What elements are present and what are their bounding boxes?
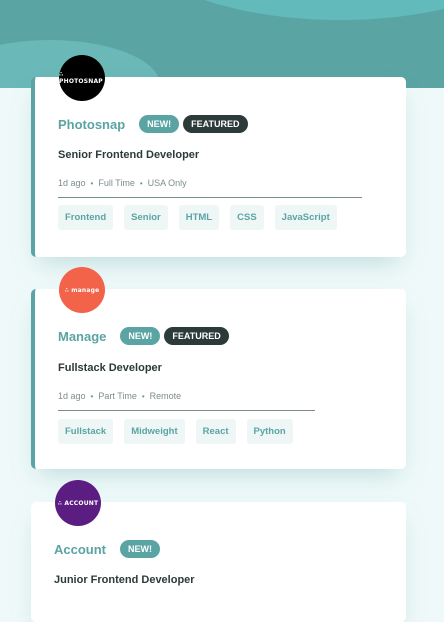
filter-tag[interactable]: Python <box>246 419 293 444</box>
filter-tag[interactable]: Midweight <box>124 419 185 444</box>
company-name[interactable]: Manage <box>58 329 106 344</box>
filter-tag[interactable]: Senior <box>124 205 168 230</box>
tag-list: Frontend Senior HTML CSS JavaScript <box>58 205 348 230</box>
job-card-photosnap[interactable]: ∴ PHOTOSNAP Photosnap NEW! FEATURED Seni… <box>31 55 406 257</box>
company-name[interactable]: Photosnap <box>58 117 125 132</box>
job-card-account[interactable]: ∴ ACCOUNT Account NEW! Junior Frontend D… <box>31 480 406 622</box>
filter-tag[interactable]: CSS <box>230 205 264 230</box>
job-position-title[interactable]: Junior Frontend Developer <box>54 574 195 586</box>
job-meta: 1d ago • Part Time • Remote <box>58 391 181 401</box>
filter-tag[interactable]: React <box>195 419 236 444</box>
separator-dot: • <box>139 178 143 188</box>
job-card-manage[interactable]: ∴ manage Manage NEW! FEATURED Fullstack … <box>31 267 406 469</box>
card-divider <box>58 410 315 411</box>
card-divider <box>58 197 362 198</box>
company-logo: ∴ PHOTOSNAP <box>59 55 105 101</box>
company-row: Account NEW! <box>54 540 164 558</box>
contract-type: Part Time <box>98 391 137 401</box>
filter-tag[interactable]: JavaScript <box>274 205 337 230</box>
separator-dot: • <box>141 391 145 401</box>
posted-at: 1d ago <box>58 391 86 401</box>
contract-type: Full Time <box>98 178 135 188</box>
filter-tag[interactable]: HTML <box>178 205 220 230</box>
job-position-title[interactable]: Fullstack Developer <box>58 362 162 374</box>
company-logo: ∴ ACCOUNT <box>55 480 101 526</box>
featured-badge: FEATURED <box>164 327 229 345</box>
posted-at: 1d ago <box>58 178 86 188</box>
filter-tag[interactable]: Fullstack <box>58 419 114 444</box>
job-location: Remote <box>149 391 182 401</box>
separator-dot: • <box>90 391 94 401</box>
new-badge: NEW! <box>120 327 161 345</box>
job-position-title[interactable]: Senior Frontend Developer <box>58 149 199 161</box>
job-location: USA Only <box>147 178 187 188</box>
filter-tag[interactable]: Frontend <box>58 205 114 230</box>
banner-wave <box>130 0 444 20</box>
job-meta: 1d ago • Full Time • USA Only <box>58 178 187 188</box>
company-row: Photosnap NEW! FEATURED <box>58 115 252 133</box>
company-row: Manage NEW! FEATURED <box>58 327 233 345</box>
featured-badge: FEATURED <box>183 115 248 133</box>
tag-list: Fullstack Midweight React Python <box>58 419 304 444</box>
new-badge: NEW! <box>120 540 160 558</box>
company-name[interactable]: Account <box>54 542 106 557</box>
separator-dot: • <box>90 178 94 188</box>
new-badge: NEW! <box>139 115 180 133</box>
company-logo: ∴ manage <box>59 267 105 313</box>
